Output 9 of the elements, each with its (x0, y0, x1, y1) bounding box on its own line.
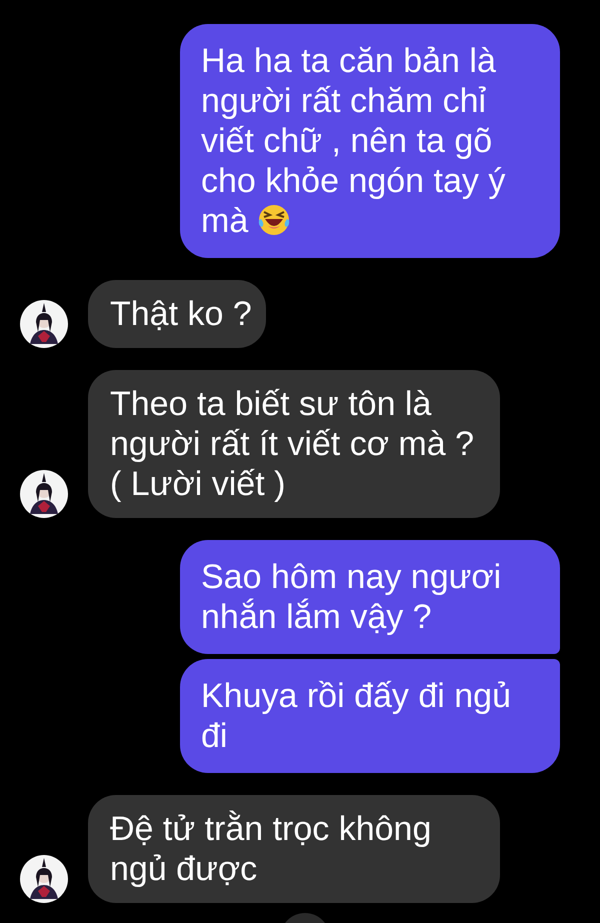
message-text: Khuya rồi đấy đi ngủ đi (201, 677, 511, 755)
avatar (20, 855, 68, 903)
avatar (20, 470, 68, 518)
message-text: Thật ko ? (110, 295, 252, 333)
message-text: Ha ha ta căn bản là người rất chăm chỉ viết chữ , nên ta gõ cho khỏe ngón tay ý mà (201, 42, 506, 240)
message-text: Sao hôm nay ngươi nhắn lắm vậy ? (201, 558, 502, 636)
message-text: Theo ta biết sư tôn là người rất ít viết cơ mà ? ( Lười viết ) (110, 385, 474, 503)
message-text: Đệ tử trằn trọc không ngủ được (110, 810, 432, 888)
avatar (20, 300, 68, 348)
